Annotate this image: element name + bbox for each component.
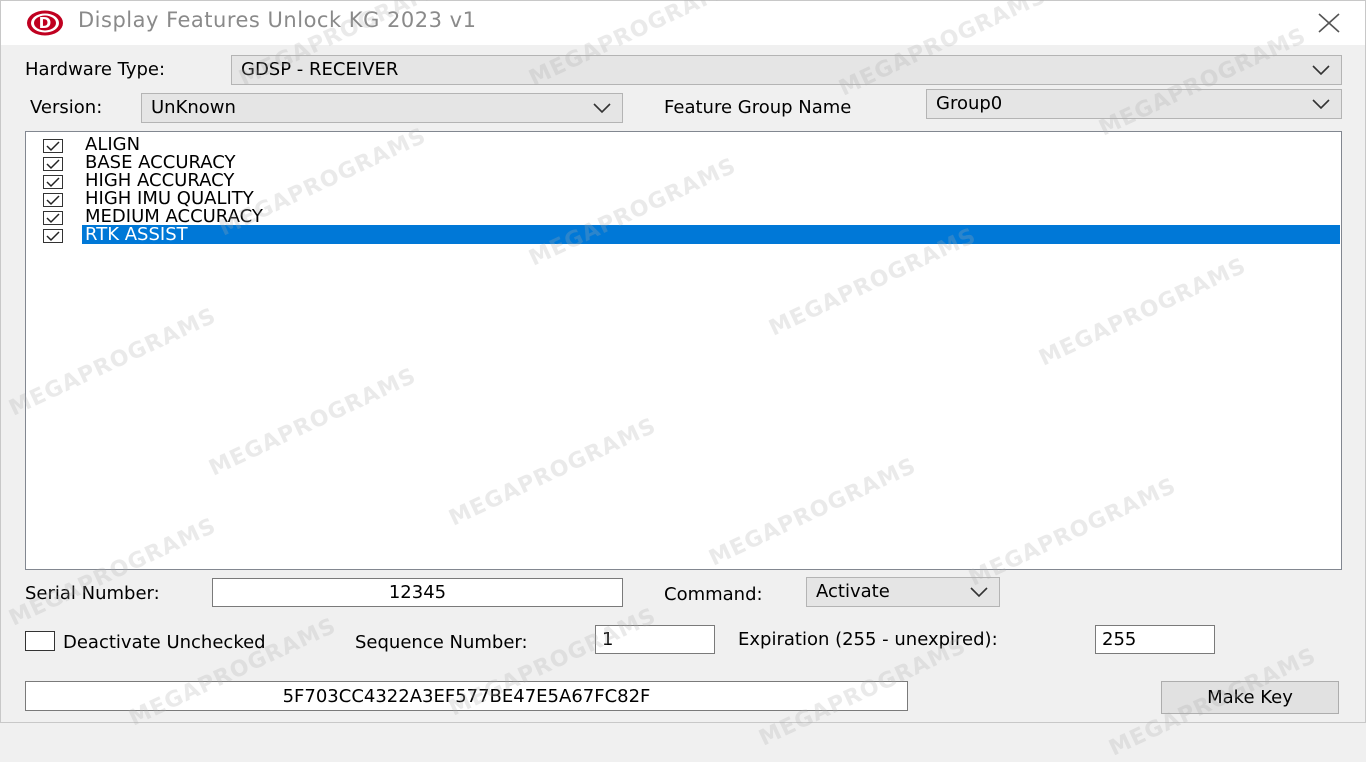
app-window: D Display Features Unlock KG 2023 v1 Har… [0, 0, 1366, 723]
feature-list-item[interactable]: RTK ASSIST [26, 225, 1341, 244]
version-value: UnKnown [151, 97, 236, 118]
make-key-button[interactable]: Make Key [1161, 681, 1339, 714]
sequence-number-input[interactable] [595, 625, 715, 654]
serial-number-label: Serial Number: [25, 583, 160, 604]
hardware-type-dropdown[interactable]: GDSP - RECEIVER [231, 55, 1342, 85]
feature-checklist[interactable]: ALIGN BASE ACCURACY HIGH ACCURACY HIGH IMU … [25, 131, 1342, 570]
command-value: Activate [816, 581, 890, 602]
chevron-down-icon [593, 103, 611, 114]
svg-text:D: D [39, 14, 51, 32]
window-title: Display Features Unlock KG 2023 v1 [78, 8, 477, 32]
feature-label: RTK ASSIST [82, 225, 1340, 244]
chevron-down-icon [970, 587, 988, 598]
checkmark-icon[interactable] [43, 192, 63, 207]
chevron-down-icon [1312, 65, 1330, 76]
hardware-type-value: GDSP - RECEIVER [241, 59, 399, 80]
hardware-type-label: Hardware Type: [25, 59, 166, 80]
deactivate-unchecked-label: Deactivate Unchecked [63, 632, 266, 653]
app-logo-icon: D [25, 9, 65, 37]
close-button[interactable] [1293, 1, 1365, 45]
feature-group-label: Feature Group Name [664, 97, 852, 118]
version-label: Version: [30, 97, 103, 118]
expiration-label: Expiration (255 - unexpired): [738, 629, 998, 650]
close-icon [1318, 13, 1340, 33]
checkmark-icon[interactable] [43, 174, 63, 189]
deactivate-unchecked-checkbox[interactable] [25, 631, 55, 651]
generated-key-output[interactable] [25, 681, 908, 711]
version-dropdown[interactable]: UnKnown [141, 93, 623, 123]
title-bar: D Display Features Unlock KG 2023 v1 [1, 1, 1365, 45]
serial-number-input[interactable] [212, 578, 623, 607]
checkmark-icon[interactable] [43, 156, 63, 171]
command-dropdown[interactable]: Activate [806, 577, 1000, 607]
command-label: Command: [664, 584, 763, 605]
feature-group-dropdown[interactable]: Group0 [926, 89, 1342, 119]
sequence-number-label: Sequence Number: [355, 632, 528, 653]
feature-list-item[interactable]: MEDIUM ACCURACY [26, 207, 1341, 226]
checkmark-icon[interactable] [43, 228, 63, 243]
feature-group-value: Group0 [936, 93, 1003, 114]
expiration-input[interactable] [1095, 625, 1215, 654]
chevron-down-icon [1312, 99, 1330, 110]
checkmark-icon[interactable] [43, 138, 63, 153]
checkmark-icon[interactable] [43, 210, 63, 225]
